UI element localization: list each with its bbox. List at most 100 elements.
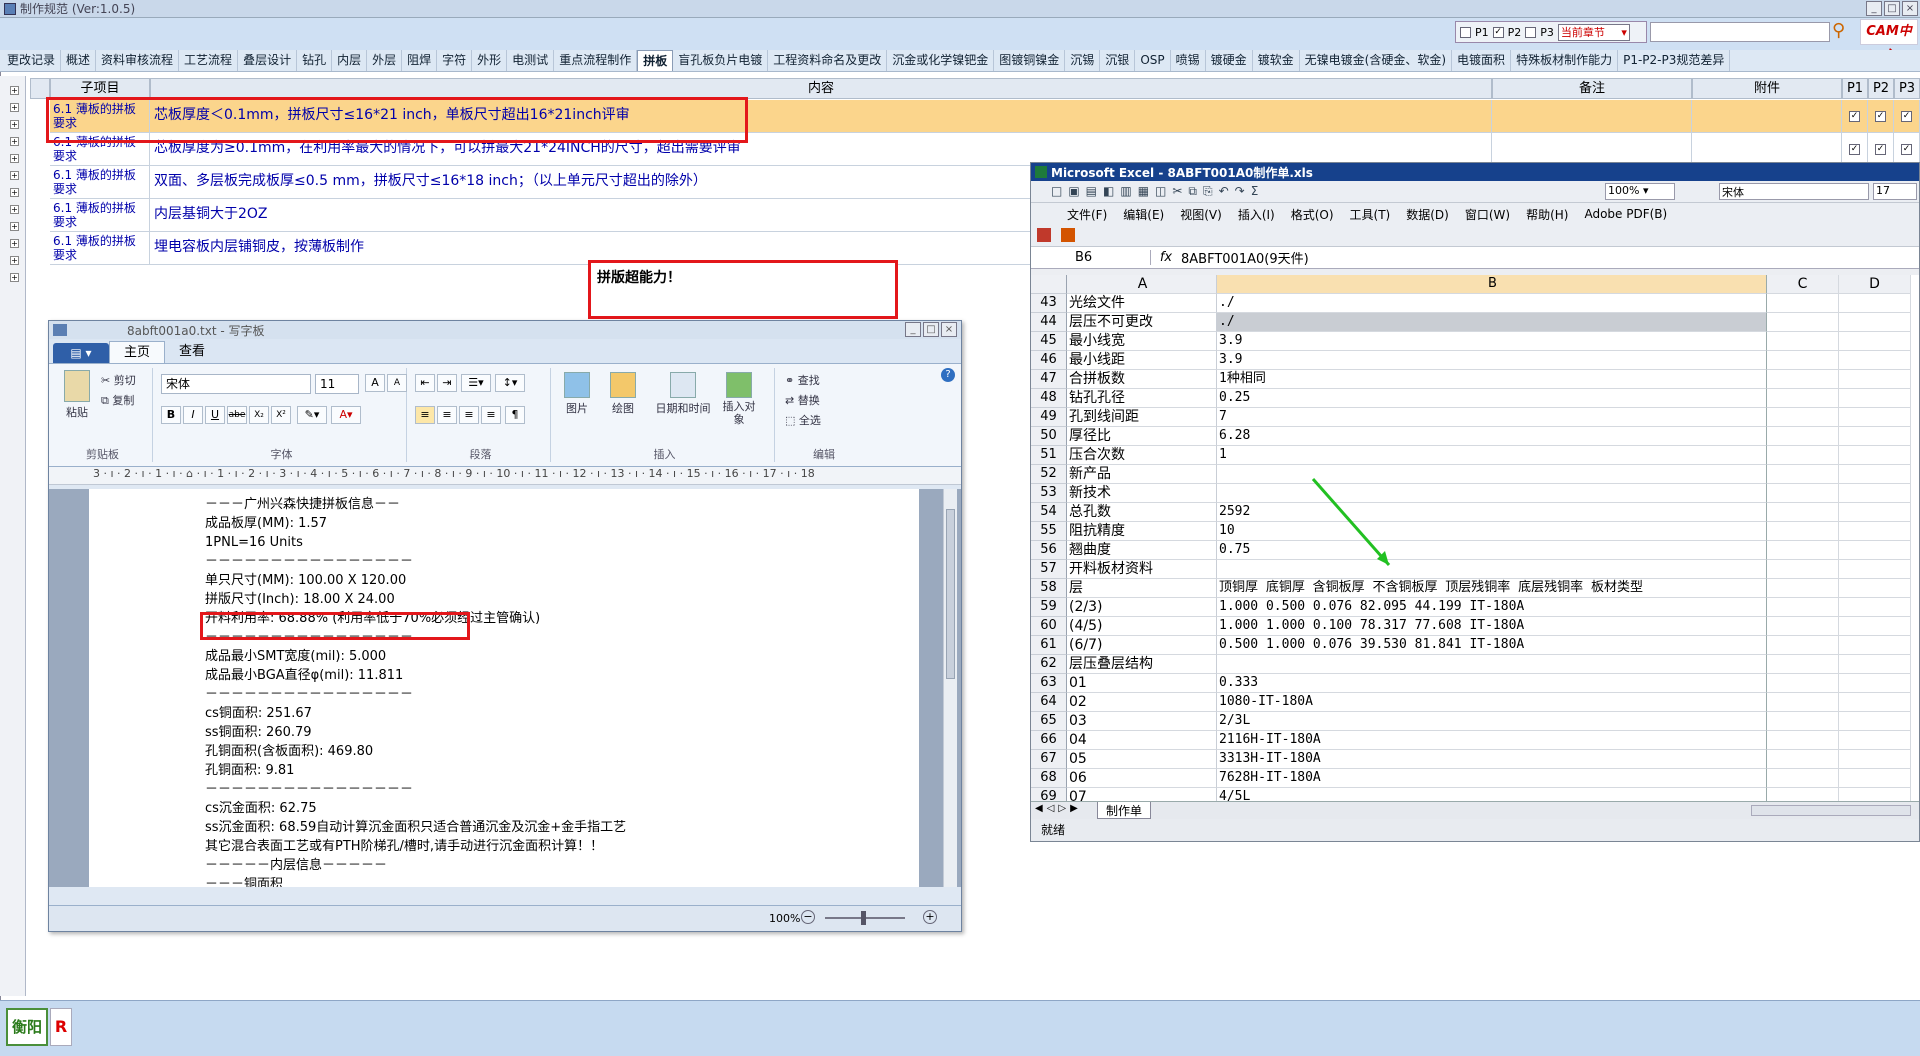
tab-item[interactable]: 字符 [437,50,473,71]
tab-item[interactable]: P1-P2-P3规范差异 [1618,50,1731,71]
list-button[interactable]: ☰▾ [461,374,491,392]
tab-item[interactable]: 电测试 [507,50,555,71]
justify-button[interactable]: ≡ [481,406,501,424]
wordpad-minimize-button[interactable]: _ [905,322,921,337]
font-color-button[interactable]: A▾ [331,406,361,424]
paint-drawing-button[interactable]: 绘图 [605,372,641,416]
excel-menu-item[interactable]: 帮助(H) [1526,206,1568,223]
sheet-tab[interactable]: 制作单 [1097,802,1152,819]
italic-button[interactable]: I [183,406,203,424]
tab-item[interactable]: 喷锡 [1171,50,1206,71]
highlight-color-button[interactable]: ✎▾ [297,406,327,424]
underline-button[interactable]: U [205,406,225,424]
excel-menu-item[interactable]: 工具(T) [1350,206,1391,223]
line-spacing-button[interactable]: ↕▾ [495,374,525,392]
sheet-nav-buttons[interactable]: ◀◁▷▶ [1035,803,1082,814]
table-row[interactable]: 6.1 薄板的拼板要求 内层基铜大于2OZ [50,199,1080,232]
tab-item[interactable]: 资料审核流程 [96,50,180,71]
find-button[interactable]: ⚭ 查找 [785,372,820,388]
tab-item[interactable]: 特殊板材制作能力 [1511,50,1619,71]
tab-item[interactable]: 沉金或化学镍钯金 [887,50,995,71]
row-note[interactable] [1492,100,1692,133]
expand-row-icon[interactable]: + [10,103,19,112]
header-content[interactable]: 内容 [150,78,1492,99]
table-row[interactable]: 6.1 薄板的拼板要求 双面、多层板完成板厚≤0.5 mm，拼板尺寸≤16*18 … [50,166,1080,199]
tab-item[interactable]: 工艺流程 [179,50,239,71]
tab-item[interactable]: 概述 [61,50,97,71]
tab-item[interactable]: 更改记录 [2,50,62,71]
row-p1-checkbox[interactable]: ✓ [1849,110,1860,122]
paragraph-settings-button[interactable]: ¶ [505,406,525,424]
paste-button[interactable]: 粘贴 [59,370,95,420]
p3-checkbox[interactable] [1525,26,1537,38]
excel-grid[interactable]: A B C D 43 光绘文件 ./44 层压不可更改 ./45 最小线宽 3.9 46 最小线… [1031,275,1919,801]
table-row[interactable]: 6.1 薄板的拼板要求 埋电容板内层铺铜皮，按薄板制作 [50,232,1080,265]
tab-view[interactable]: 查看 [165,341,219,363]
header-p1[interactable]: P1 [1842,78,1868,99]
document-page[interactable]: －－－广州兴森快捷拼板信息－－ 成品板厚(MM): 1.57 1PNL=16 Uni… [89,489,919,887]
font-name-select[interactable]: 宋体 [161,374,311,394]
replace-button[interactable]: ⇄ 替换 [785,392,820,408]
header-p3[interactable]: P3 [1894,78,1920,99]
expand-row-icon[interactable]: + [10,256,19,265]
name-box[interactable]: B6 [1031,250,1151,265]
cut-button[interactable]: ✂ 剪切 [101,372,136,388]
tab-item[interactable]: 拼板 [637,50,674,71]
search-input[interactable] [1650,22,1830,42]
excel-font-select[interactable]: 宋体 [1719,183,1869,200]
toolbar-icons[interactable]: □▣▤◧▥▦◫✂⧉⎘↶↷Σ [1051,184,1264,199]
expand-row-icon[interactable]: + [10,137,19,146]
close-button[interactable]: × [1902,1,1918,16]
p2-checkbox[interactable]: ✓ [1492,26,1504,38]
zoom-slider-thumb[interactable] [861,911,866,925]
pdf-mail-icon[interactable] [1061,228,1076,242]
expand-row-icon[interactable]: + [10,205,19,214]
bold-button[interactable]: B [161,406,181,424]
datetime-button[interactable]: 日期和时间 [651,372,715,416]
tab-item[interactable]: 外形 [472,50,508,71]
tab-item[interactable]: 盲孔板负片电镀 [673,50,769,71]
wordpad-scroll-thumb[interactable] [946,509,955,679]
tab-item[interactable]: OSP [1135,50,1171,71]
r-badge[interactable]: R [50,1008,72,1046]
excel-menu-item[interactable]: 插入(I) [1238,206,1275,223]
row-attachment[interactable] [1692,100,1842,133]
expand-row-icon[interactable]: + [10,273,19,282]
header-p2[interactable]: P2 [1868,78,1894,99]
pdf-convert-icon[interactable] [1037,228,1051,242]
formula-input[interactable]: 8ABFT001A0(9天件) [1181,248,1309,267]
header-attach[interactable]: 附件 [1692,78,1842,99]
excel-menu-item[interactable]: 窗口(W) [1465,206,1510,223]
tab-item[interactable]: 图镀铜镍金 [994,50,1066,71]
tab-item[interactable]: 叠层设计 [238,50,298,71]
excel-menu-item[interactable]: 文件(F) [1067,206,1107,223]
expand-row-icon[interactable]: + [10,154,19,163]
tab-item[interactable]: 工程资料命名及更改 [768,50,888,71]
wordpad-vertical-scrollbar[interactable] [943,489,957,887]
wordpad-file-menu[interactable]: ▤ ▾ [53,343,109,363]
excel-menu-item[interactable]: 视图(V) [1180,206,1222,223]
align-center-button[interactable]: ≡ [437,406,457,424]
maximize-button[interactable]: □ [1884,1,1900,16]
header-sub[interactable]: 子项目 [50,78,150,99]
picture-button[interactable]: 图片 [559,372,595,416]
tab-item[interactable]: 钻孔 [297,50,333,71]
search-icon[interactable]: ⚲ [1832,20,1856,44]
superscript-button[interactable]: X² [271,406,291,424]
header-note[interactable]: 备注 [1492,78,1692,99]
copy-button[interactable]: ⧉ 复制 [101,392,134,408]
decrease-indent-button[interactable]: ⇤ [415,374,435,392]
expand-row-icon[interactable]: + [10,222,19,231]
zoom-out-button[interactable]: − [801,910,815,924]
shrink-font-button[interactable]: A [387,374,407,392]
wordpad-maximize-button[interactable]: □ [923,322,939,337]
excel-menu-item[interactable]: Adobe PDF(B) [1584,207,1667,221]
tab-item[interactable]: 镀软金 [1253,50,1300,71]
minimize-button[interactable]: _ [1866,1,1882,16]
expand-row-icon[interactable]: + [10,239,19,248]
p1-checkbox[interactable] [1460,26,1471,38]
increase-indent-button[interactable]: ⇥ [437,374,457,392]
grow-font-button[interactable]: A [365,374,385,392]
align-left-button[interactable]: ≡ [415,406,435,424]
tab-item[interactable]: 电镀面积 [1452,50,1512,71]
